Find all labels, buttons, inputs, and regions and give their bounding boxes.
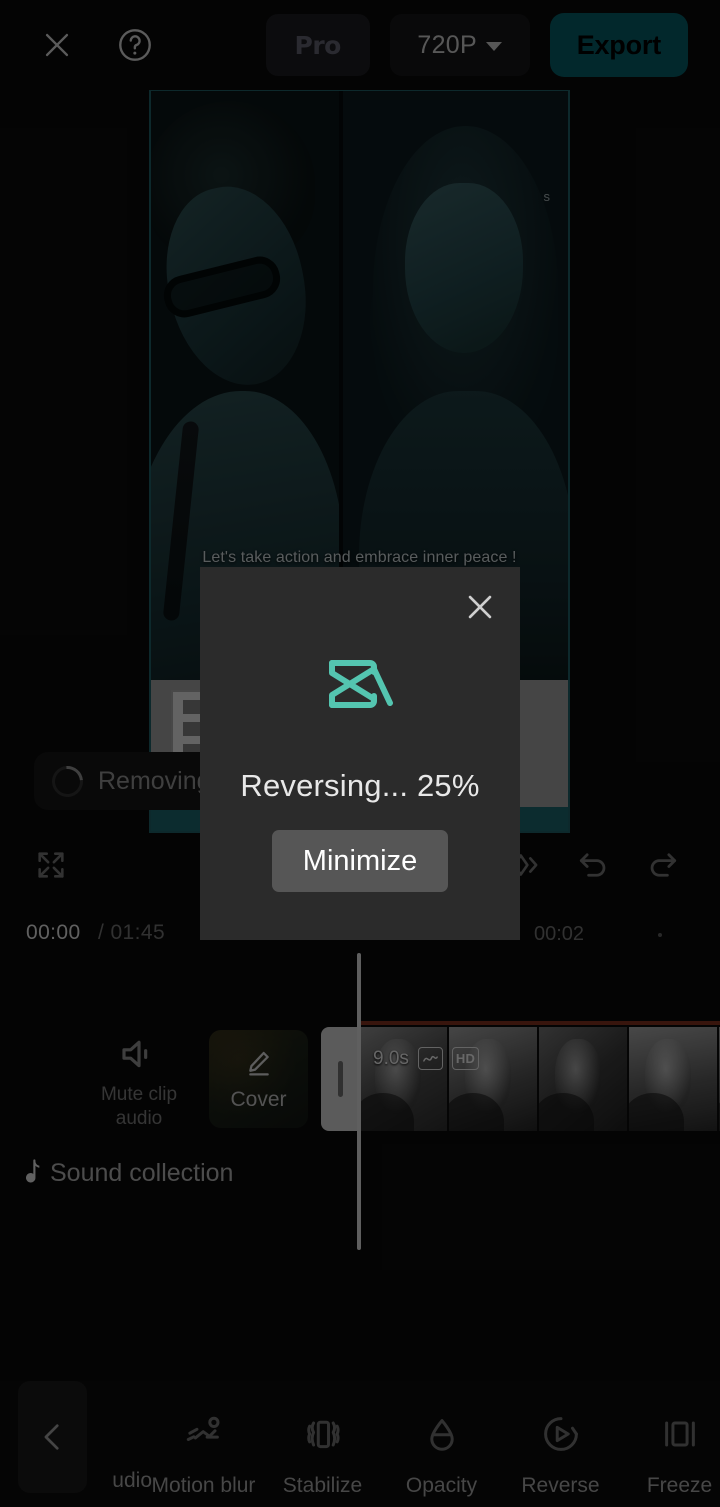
reversing-progress-modal: Reversing... 25% Minimize (200, 567, 520, 940)
modal-close-icon[interactable] (457, 584, 503, 630)
minimize-button[interactable]: Minimize (272, 830, 448, 892)
video-editor-app: Pro 720P Export Let's t (0, 0, 720, 1507)
capcut-logo-icon (322, 655, 398, 713)
modal-status-text: Reversing... 25% (240, 768, 480, 803)
